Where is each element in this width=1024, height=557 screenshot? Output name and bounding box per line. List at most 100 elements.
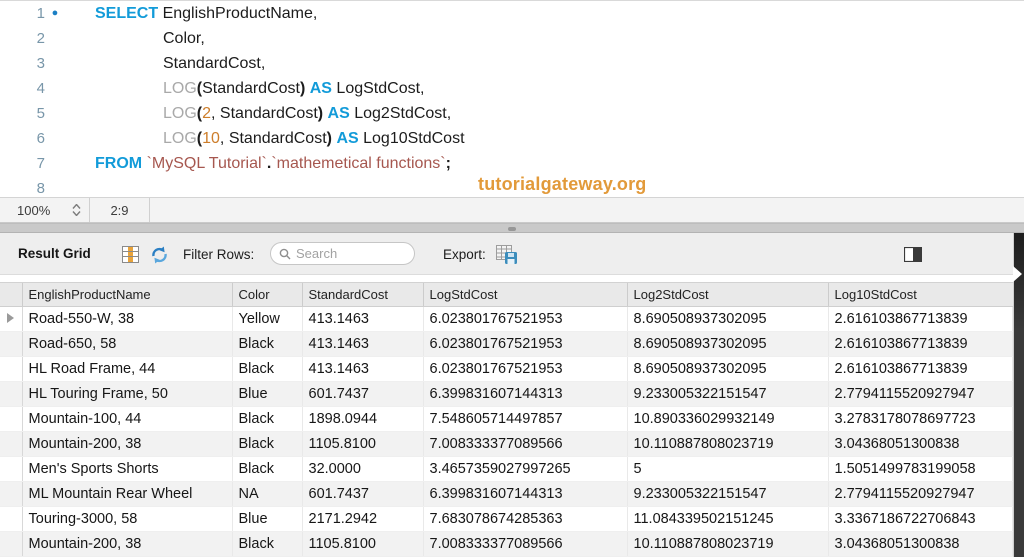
grid-cell[interactable]: Black: [232, 531, 303, 557]
grid-cell[interactable]: Mountain-200, 38: [22, 531, 233, 557]
code-text: LOG(10, StandardCost) AS Log10StdCost: [163, 130, 465, 147]
grid-cell[interactable]: Touring-3000, 58: [22, 506, 233, 532]
grid-cell[interactable]: Black: [232, 406, 303, 432]
grid-cell[interactable]: 7.683078674285363: [423, 506, 628, 532]
column-grid-icon[interactable]: [120, 245, 140, 264]
grid-cell[interactable]: 1.5051499783199058: [828, 456, 1013, 482]
grid-cell[interactable]: HL Road Frame, 44: [22, 356, 233, 382]
filter-search-box[interactable]: [270, 242, 415, 265]
grid-cell[interactable]: 3.04368051300838: [828, 431, 1013, 457]
row-marker[interactable]: [0, 481, 23, 507]
row-marker[interactable]: [0, 456, 23, 482]
toggle-side-panel-icon[interactable]: [903, 245, 923, 264]
grid-cell[interactable]: 8.690508937302095: [627, 331, 829, 357]
grid-cell[interactable]: 8.690508937302095: [627, 306, 829, 332]
grid-cell[interactable]: 9.233005322151547: [627, 381, 829, 407]
splitter-grip-icon: [508, 227, 516, 231]
refresh-icon[interactable]: [149, 245, 169, 264]
grid-cell[interactable]: NA: [232, 481, 303, 507]
table-row: Mountain-100, 44 Black 1898.0944 7.54860571…: [0, 406, 1013, 432]
export-recordset-icon[interactable]: [495, 244, 519, 264]
grid-cell[interactable]: 1105.8100: [302, 531, 424, 557]
grid-cell[interactable]: Mountain-100, 44: [22, 406, 233, 432]
table-row: HL Road Frame, 44 Black 413.1463 6.02380176…: [0, 356, 1013, 382]
row-marker[interactable]: [0, 381, 23, 407]
grid-cell[interactable]: 413.1463: [302, 331, 424, 357]
grid-cell[interactable]: Men's Sports Shorts: [22, 456, 233, 482]
grid-cell[interactable]: 601.7437: [302, 481, 424, 507]
grid-cell[interactable]: 1898.0944: [302, 406, 424, 432]
grid-cell[interactable]: Blue: [232, 381, 303, 407]
grid-cell[interactable]: 7.548605714497857: [423, 406, 628, 432]
grid-cell[interactable]: Black: [232, 431, 303, 457]
grid-cell[interactable]: 10.110887808023719: [627, 531, 829, 557]
line-number: 1: [36, 5, 45, 22]
grid-cell[interactable]: 2.7794115520927947: [828, 381, 1013, 407]
collapsed-side-panel[interactable]: [1013, 233, 1024, 557]
grid-cell[interactable]: 2.7794115520927947: [828, 481, 1013, 507]
zoom-stepper-icon[interactable]: [72, 204, 81, 216]
grid-cell[interactable]: Black: [232, 456, 303, 482]
grid-cell[interactable]: 1105.8100: [302, 431, 424, 457]
panel-splitter[interactable]: [0, 223, 1024, 233]
grid-cell[interactable]: HL Touring Frame, 50: [22, 381, 233, 407]
grid-cell[interactable]: 3.3367186722706843: [828, 506, 1013, 532]
grid-cell[interactable]: Blue: [232, 506, 303, 532]
grid-cell[interactable]: 413.1463: [302, 356, 424, 382]
grid-cell[interactable]: 3.4657359027997265: [423, 456, 628, 482]
grid-cell[interactable]: 2.616103867713839: [828, 331, 1013, 357]
grid-cell[interactable]: Mountain-200, 38: [22, 431, 233, 457]
row-marker[interactable]: [0, 531, 23, 557]
column-header[interactable]: Log2StdCost: [626, 282, 828, 307]
grid-cell[interactable]: 6.399831607144313: [423, 381, 628, 407]
grid-cell[interactable]: Black: [232, 331, 303, 357]
grid-cell[interactable]: 6.023801767521953: [423, 356, 628, 382]
grid-cell[interactable]: 11.084339502151245: [627, 506, 829, 532]
table-row: ML Mountain Rear Wheel NA 601.7437 6.399831…: [0, 481, 1013, 507]
grid-cell[interactable]: 32.0000: [302, 456, 424, 482]
sql-editor[interactable]: 1 ● SELECT EnglishProductName, 2 Color, 3 Stan…: [0, 1, 1024, 197]
column-header[interactable]: EnglishProductName: [21, 282, 232, 307]
zoom-level: 100%: [17, 202, 51, 218]
code-lines: 1 ● SELECT EnglishProductName, 2 Color, 3 Stan…: [0, 1, 1024, 201]
row-marker[interactable]: [0, 331, 23, 357]
grid-cell[interactable]: 7.008333377089566: [423, 431, 628, 457]
grid-cell[interactable]: 3.04368051300838: [828, 531, 1013, 557]
row-marker[interactable]: [0, 306, 23, 332]
zoom-control[interactable]: 100%: [0, 198, 90, 222]
column-header[interactable]: StandardCost: [301, 282, 423, 307]
row-marker[interactable]: [0, 431, 23, 457]
grid-cell[interactable]: 2.616103867713839: [828, 306, 1013, 332]
grid-cell[interactable]: ML Mountain Rear Wheel: [22, 481, 233, 507]
grid-cell[interactable]: 10.110887808023719: [627, 431, 829, 457]
column-header[interactable]: Log10StdCost: [827, 282, 1013, 307]
column-header[interactable]: LogStdCost: [422, 282, 627, 307]
grid-cell[interactable]: Black: [232, 356, 303, 382]
grid-cell[interactable]: Road-550-W, 38: [22, 306, 233, 332]
row-marker[interactable]: [0, 406, 23, 432]
column-header[interactable]: Color: [231, 282, 302, 307]
grid-cell[interactable]: 9.233005322151547: [627, 481, 829, 507]
grid-cell[interactable]: 3.2783178078697723: [828, 406, 1013, 432]
grid-cell[interactable]: 6.399831607144313: [423, 481, 628, 507]
row-marker-header: [0, 282, 22, 307]
grid-cell[interactable]: 6.023801767521953: [423, 306, 628, 332]
row-marker[interactable]: [0, 356, 23, 382]
grid-cell[interactable]: Yellow: [232, 306, 303, 332]
grid-cell[interactable]: 10.890336029932149: [627, 406, 829, 432]
mysql-workbench-window: 1 ● SELECT EnglishProductName, 2 Color, 3 Stan…: [0, 0, 1024, 557]
grid-cell[interactable]: 601.7437: [302, 381, 424, 407]
grid-cell[interactable]: 2.616103867713839: [828, 356, 1013, 382]
grid-cell[interactable]: 413.1463: [302, 306, 424, 332]
row-marker[interactable]: [0, 506, 23, 532]
search-icon: [279, 248, 291, 260]
line-number: 5: [36, 105, 45, 122]
grid-cell[interactable]: 8.690508937302095: [627, 356, 829, 382]
grid-cell[interactable]: 6.023801767521953: [423, 331, 628, 357]
grid-cell[interactable]: Road-650, 58: [22, 331, 233, 357]
grid-cell[interactable]: 2171.2942: [302, 506, 424, 532]
search-input[interactable]: [296, 246, 406, 261]
grid-cell[interactable]: 7.008333377089566: [423, 531, 628, 557]
table-row: Road-650, 58 Black 413.1463 6.0238017675219…: [0, 331, 1013, 357]
grid-cell[interactable]: 5: [627, 456, 829, 482]
